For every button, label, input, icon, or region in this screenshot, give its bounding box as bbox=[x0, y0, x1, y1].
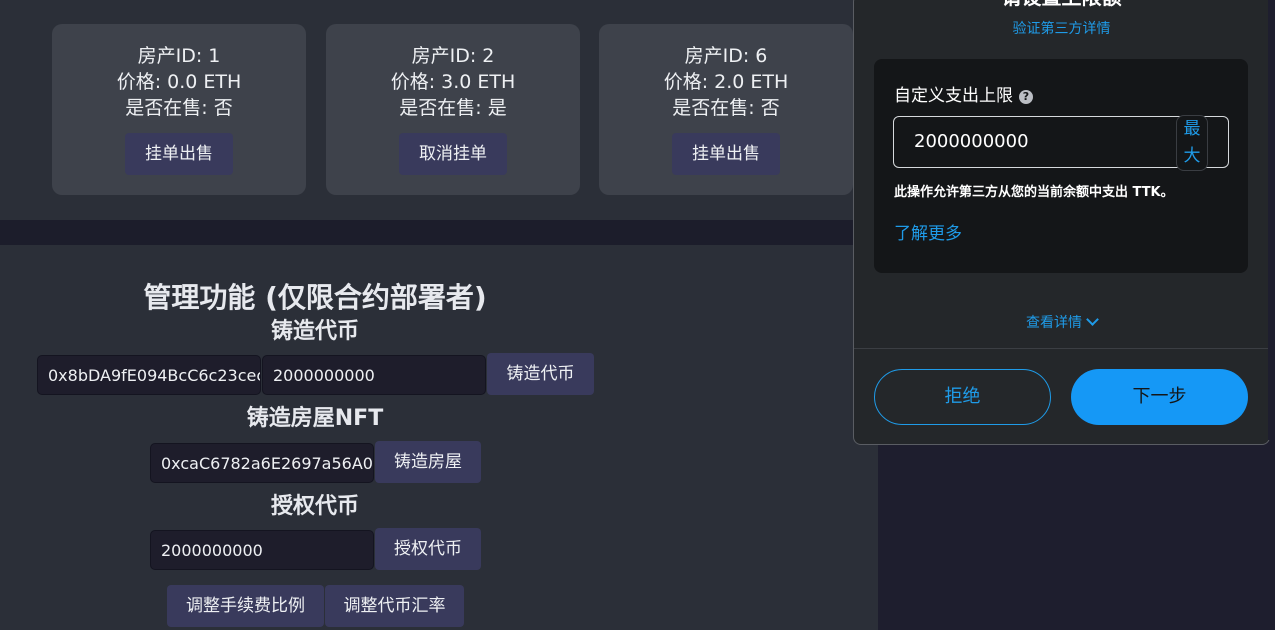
max-button[interactable]: 最 大 bbox=[1176, 115, 1208, 171]
property-id: 房产ID: 1 bbox=[137, 45, 221, 67]
property-id: 房产ID: 6 bbox=[684, 45, 768, 67]
spending-limit-input[interactable]: 2000000000 最 大 bbox=[893, 115, 1229, 171]
property-card: 房产ID: 6 价格: 2.0 ETH 是否在售: 否 挂单出售 bbox=[599, 24, 853, 195]
property-id: 房产ID: 2 bbox=[411, 45, 495, 67]
section-divider bbox=[0, 220, 878, 245]
adjust-fee-button[interactable]: 调整手续费比例 bbox=[167, 585, 324, 627]
property-sale-status: 是否在售: 否 bbox=[125, 97, 233, 119]
property-sale-status: 是否在售: 否 bbox=[672, 97, 780, 119]
window-edge bbox=[1268, 0, 1275, 440]
list-for-sale-button[interactable]: 挂单出售 bbox=[125, 133, 233, 175]
view-details-label: 查看详情 bbox=[1026, 315, 1082, 331]
view-details-toggle[interactable]: 查看详情 bbox=[854, 312, 1269, 332]
verify-third-party-link[interactable]: 验证第三方详情 bbox=[854, 18, 1269, 38]
spending-limit-card: 自定义支出上限? 2000000000 最 大 此操作允许第三方从您的当前余额中… bbox=[874, 59, 1248, 273]
learn-more-link[interactable]: 了解更多 bbox=[894, 219, 962, 244]
adjust-rate-button[interactable]: 调整代币汇率 bbox=[325, 585, 464, 627]
mint-token-button[interactable]: 铸造代币 bbox=[487, 353, 594, 395]
next-button[interactable]: 下一步 bbox=[1071, 369, 1248, 425]
property-card: 房产ID: 1 价格: 0.0 ETH 是否在售: 否 挂单出售 bbox=[52, 24, 306, 195]
max-label-bottom: 大 bbox=[1183, 146, 1201, 166]
max-label-top: 最 bbox=[1183, 119, 1201, 139]
dialog-divider bbox=[854, 348, 1269, 349]
mint-token-heading: 铸造代币 bbox=[270, 319, 359, 344]
approve-amount-input[interactable]: 2000000000 bbox=[150, 530, 374, 570]
property-price: 价格: 0.0 ETH bbox=[116, 71, 242, 93]
property-sale-status: 是否在售: 是 bbox=[399, 97, 507, 119]
mint-nft-heading: 铸造房屋NFT bbox=[246, 406, 384, 431]
mint-house-button[interactable]: 铸造房屋 bbox=[375, 441, 481, 483]
wallet-approval-dialog: 请设置上限额 验证第三方详情 自定义支出上限? 2000000000 最 大 此… bbox=[853, 0, 1270, 445]
property-card: 房产ID: 2 价格: 3.0 ETH 是否在售: 是 取消挂单 bbox=[326, 24, 580, 195]
mint-amount-input[interactable]: 2000000000 bbox=[262, 355, 486, 395]
reject-button[interactable]: 拒绝 bbox=[874, 369, 1051, 425]
custom-limit-label-text: 自定义支出上限 bbox=[894, 86, 1013, 106]
property-price: 价格: 2.0 ETH bbox=[663, 71, 789, 93]
chevron-down-icon bbox=[1086, 313, 1099, 326]
list-for-sale-button[interactable]: 挂单出售 bbox=[672, 133, 780, 175]
custom-limit-label: 自定义支出上限? bbox=[894, 81, 1033, 106]
spending-limit-value: 2000000000 bbox=[914, 131, 1029, 152]
nft-owner-address-input[interactable]: 0xcaC6782a6E2697a56A04 bbox=[150, 443, 374, 483]
cancel-listing-button[interactable]: 取消挂单 bbox=[399, 133, 507, 175]
dialog-title: 请设置上限额 bbox=[854, 0, 1269, 10]
mint-address-input[interactable]: 0x8bDA9fE094BcC6c23cec bbox=[37, 355, 261, 395]
property-price: 价格: 3.0 ETH bbox=[390, 71, 516, 93]
approve-token-button[interactable]: 授权代币 bbox=[375, 528, 481, 570]
admin-title: 管理功能 (仅限合约部署者) bbox=[143, 281, 487, 314]
limit-description: 此操作允许第三方从您的当前余额中支出 TTK。 bbox=[894, 185, 1174, 200]
approve-token-heading: 授权代币 bbox=[270, 494, 359, 519]
help-icon[interactable]: ? bbox=[1019, 90, 1033, 104]
